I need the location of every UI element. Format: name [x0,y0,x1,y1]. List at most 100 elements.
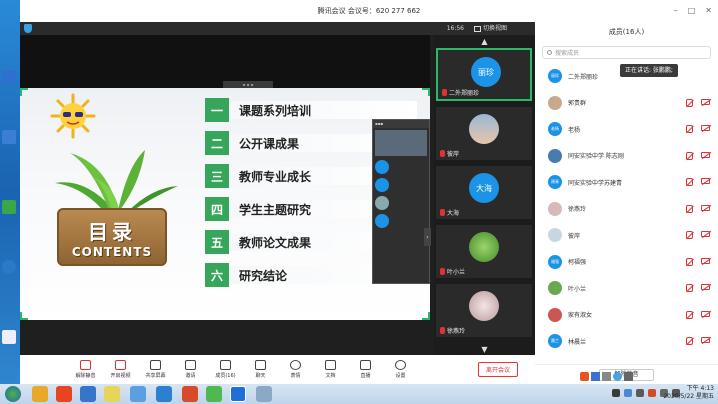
scroll-up-icon[interactable]: ▲ [434,35,535,48]
taskbar-app-icon[interactable] [80,386,96,402]
documents-button[interactable]: 文档 [313,355,348,384]
member-row[interactable]: 彼岸 [535,222,718,249]
mic-off-icon[interactable] [686,337,693,345]
start-button-icon[interactable] [5,386,21,402]
unmute-button[interactable]: 解除静音 [68,355,103,384]
camera-off-icon[interactable] [701,284,710,290]
mic-off-icon[interactable] [686,98,693,107]
member-avatar-text: 建青 [551,179,559,185]
member-row[interactable]: 同安实验中学 陈志刚 [535,143,718,170]
ime-voice-icon[interactable] [613,372,622,381]
tray-icon[interactable] [612,389,620,397]
video-tile[interactable]: 丽珍 二外郑丽珍 [436,48,532,101]
invite-button[interactable]: 邀请 [173,355,208,384]
taskbar-tencent-meeting-icon[interactable] [230,386,246,402]
camera-off-icon[interactable] [701,98,710,105]
camera-off-icon[interactable] [701,125,710,131]
member-avatar [548,201,562,216]
mic-off-icon[interactable] [686,204,693,213]
overlay-avatar [375,214,389,228]
member-row[interactable]: 晨兰 林晨兰 [535,328,718,355]
camera-off-icon[interactable] [701,178,710,184]
camera-off-icon[interactable] [701,204,710,211]
toolbar-label: 共享屏幕 [145,373,166,379]
camera-off-icon[interactable] [701,257,710,264]
toc-text: 研究结论 [239,268,288,283]
member-row[interactable]: 福强 柯福强 [535,249,718,276]
member-row[interactable]: 老杨 老杨 [535,116,718,143]
share-screen-button[interactable]: 共享屏幕 [138,355,173,384]
member-row[interactable]: 家有淑女 [535,302,718,329]
desktop-icon-doc[interactable] [2,330,16,344]
maximize-icon[interactable]: □ [688,6,696,15]
mic-off-icon[interactable] [686,125,693,133]
mic-off-icon[interactable] [686,231,693,239]
switch-view-button[interactable]: 切换视图 [473,23,507,34]
sogou-ime-icon[interactable] [580,372,589,381]
taskbar-app-icon[interactable] [32,386,48,402]
taskbar-clock[interactable]: 下午 4:13 2020/5/22 星期五 [663,385,714,401]
minimize-icon[interactable]: – [674,6,678,15]
member-row[interactable]: 建青 同安实验中学苏建青 [535,169,718,196]
toc-text: 学生主题研究 [239,202,312,217]
tray-icon[interactable] [624,389,632,397]
meeting-info-bar: 16:56 切换视图 [20,22,535,35]
desktop-icon-green[interactable] [2,200,16,214]
start-video-button[interactable]: 开启视频 [103,355,138,384]
toc-text: 课题系列培训 [239,103,312,118]
camera-off-icon[interactable] [701,231,710,237]
mic-off-icon[interactable] [686,151,693,160]
mic-off-icon[interactable] [686,310,693,319]
taskbar-app-icon[interactable] [130,386,146,402]
taskbar-app-icon[interactable] [104,386,120,402]
desktop-icon-app[interactable] [2,130,16,144]
participant-name: 大海 [447,210,460,217]
toolbar-label: 成员(16) [215,373,236,379]
taskbar-app-icon[interactable] [56,386,72,402]
members-button[interactable]: 成员(16) [208,355,243,384]
taskbar-app-icon[interactable] [206,386,222,402]
settings-button[interactable]: 设置 [383,355,418,384]
tray-icon[interactable] [648,389,656,397]
video-tile[interactable]: 叶小兰 [436,225,532,278]
mic-off-icon[interactable] [686,178,693,186]
live-button[interactable]: 直播 [348,355,383,384]
ime-keyboard-icon[interactable] [624,372,633,381]
emoji-button[interactable]: 表情 [278,355,313,384]
leave-meeting-button[interactable]: 离开会议 [478,362,518,377]
member-row[interactable]: 徐燕玲 [535,196,718,223]
slide-content: 目录 CONTENTS 一 课题系列培训 二 公开课成果 三 教师专业成长 四 … [20,88,430,320]
meeting-toolbar: 解除静音 开启视频 共享屏幕 邀请 成员(16) 聊天 表情 文档 直播 设置 … [20,355,535,384]
video-tile[interactable]: 徐燕玲 [436,284,532,337]
toolbar-label: 邀请 [185,373,196,379]
camera-off-icon[interactable] [701,310,710,317]
close-icon[interactable]: ✕ [705,6,712,15]
video-tile[interactable]: 大海 大海 [436,166,532,219]
shield-icon[interactable] [24,24,32,33]
desktop-icon-word[interactable] [2,70,16,84]
grid-icon [473,25,481,32]
mic-off-icon[interactable] [686,284,693,292]
member-avatar [548,281,562,296]
desktop-icon-globe[interactable] [2,260,16,274]
taskbar-app-icon[interactable] [182,386,198,402]
overlay-member [373,158,429,176]
taskbar-app-icon[interactable] [256,386,272,402]
ime-mode-icon[interactable] [591,372,600,381]
tray-icon[interactable] [636,389,644,397]
taskbar-app-icon[interactable] [156,386,172,402]
chevron-right-icon[interactable]: › [424,228,431,246]
mic-off-icon[interactable] [686,257,693,266]
member-row[interactable]: 郭贵群 [535,90,718,117]
member-row[interactable]: 叶小兰 [535,275,718,302]
sun-illustration [50,93,96,139]
video-tile[interactable]: 彼岸 [436,107,532,160]
camera-off-icon[interactable] [701,337,710,343]
member-name: 二外郑丽珍 [568,73,599,81]
participant-name-tag: 叶小兰 [440,267,465,276]
chat-button[interactable]: 聊天 [243,355,278,384]
member-search-input[interactable]: 搜索成员 [542,46,711,59]
camera-off-icon[interactable] [701,151,710,158]
ime-punct-icon[interactable] [602,372,611,381]
chat-icon [255,360,266,370]
